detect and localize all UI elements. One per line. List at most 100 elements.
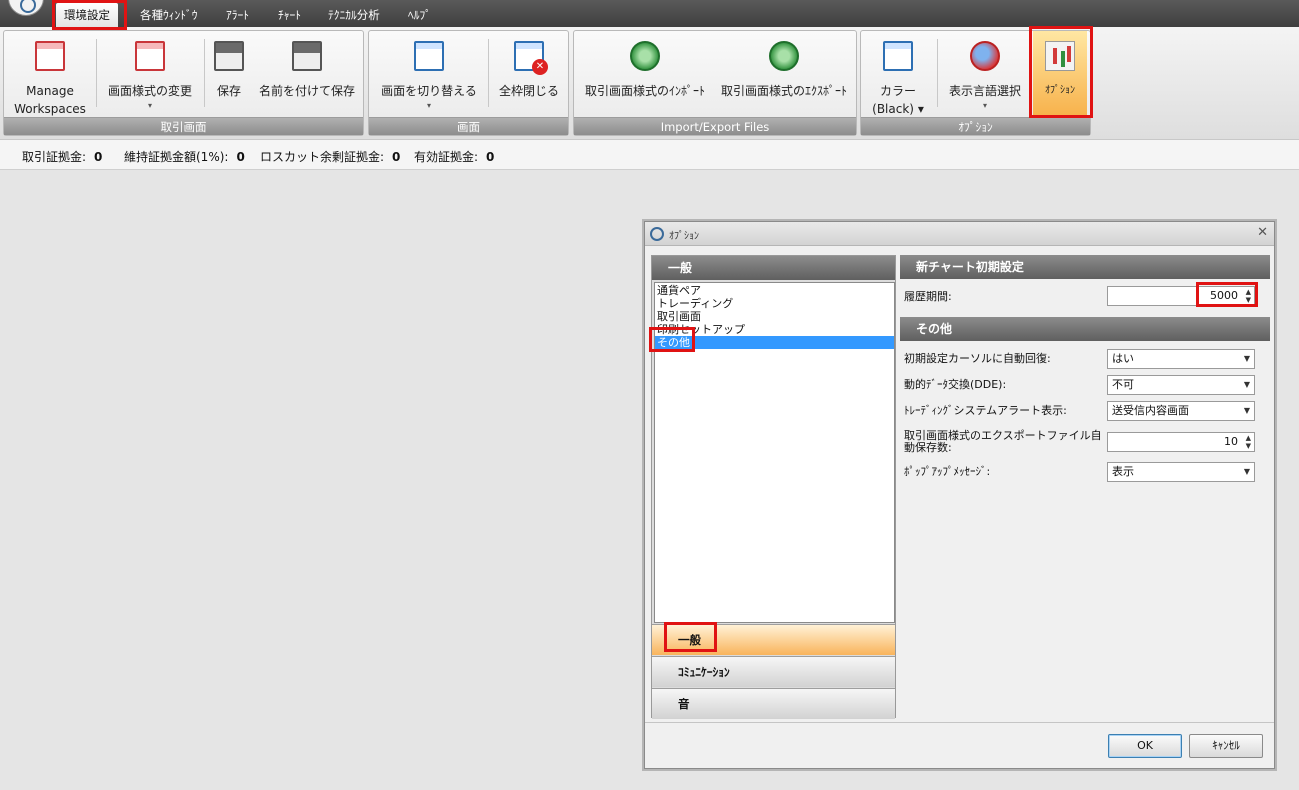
- maintenance-margin: 維持証拠金額(1%): 0: [124, 150, 245, 164]
- candlestick-chart-icon: [1045, 41, 1075, 71]
- language-select-button[interactable]: 表示言語選択 ▾: [941, 31, 1029, 117]
- account-summary-bar: 取引証拠金: 0 維持証拠金額(1%): 0 ロスカット余剰証拠金: 0 有効証拠金:…: [0, 140, 1299, 170]
- export-autosave-value: 10: [1224, 435, 1238, 448]
- layout-change-icon: [135, 41, 165, 71]
- ribbon-separator: [937, 39, 938, 107]
- close-window-icon: [514, 41, 548, 75]
- menu-bar: 環境設定 各種ｳｨﾝﾄﾞｳ ｱﾗｰﾄ ﾁｬｰﾄ ﾃｸﾆｶﾙ分析 ﾍﾙﾌﾟ: [0, 0, 1299, 27]
- options-category-panel: 一般 通貨ペア トレーディング 取引画面 印刷セットアップ その他 一般 ｺﾐｭ…: [651, 255, 896, 719]
- chevron-down-icon: ▾: [982, 101, 987, 110]
- color-label: カラー (Black) ▾: [872, 84, 924, 116]
- section-new-chart: 新チャート初期設定: [900, 255, 1270, 279]
- popup-message-value: 表示: [1112, 465, 1134, 478]
- color-button[interactable]: カラー (Black) ▾: [863, 31, 933, 117]
- options-dialog: ｵﾌﾟｼｮﾝ ✕ 一般 通貨ペア トレーディング 取引画面 印刷セットアップ そ…: [644, 221, 1275, 769]
- save-label: 保存: [216, 84, 241, 98]
- import-globe-icon: [630, 41, 660, 71]
- menu-windows[interactable]: 各種ｳｨﾝﾄﾞｳ: [132, 4, 206, 26]
- spin-arrows-icon[interactable]: ▲ ▼: [1246, 288, 1251, 304]
- chevron-down-icon: ▾: [426, 101, 431, 110]
- section-other: その他: [900, 317, 1270, 341]
- app-logo-icon: [650, 227, 664, 241]
- export-globe-icon: [769, 41, 799, 71]
- ribbon-separator: [96, 39, 97, 107]
- save-as-label: 名前を付けて保存: [258, 84, 355, 98]
- app-logo-icon[interactable]: [8, 0, 44, 16]
- popup-message-label: ﾎﾟｯﾌﾟｱｯﾌﾟﾒｯｾｰｼﾞ:: [904, 465, 991, 478]
- language-bubble-icon: [970, 41, 1000, 71]
- change-layout-button[interactable]: 画面様式の変更 ▾: [100, 31, 200, 117]
- auto-cursor-select[interactable]: はい ▼: [1107, 349, 1255, 369]
- system-alert-select[interactable]: 送受信内容画面 ▼: [1107, 401, 1255, 421]
- menu-technical[interactable]: ﾃｸﾆｶﾙ分析: [320, 4, 388, 26]
- language-select-label: 表示言語選択: [948, 84, 1021, 98]
- category-header: 一般: [652, 256, 895, 280]
- close-all-button[interactable]: 全枠閉じる: [493, 31, 565, 117]
- effective-margin: 有効証拠金: 0: [414, 150, 495, 164]
- window-icon: [414, 41, 444, 71]
- dropdown-arrow-icon: ▼: [1243, 354, 1250, 363]
- history-period-stepper[interactable]: 5000 ▲ ▼: [1107, 286, 1255, 306]
- menu-alert[interactable]: ｱﾗｰﾄ: [218, 4, 257, 26]
- nav-general-button[interactable]: 一般: [652, 624, 895, 655]
- chevron-down-icon: ▾: [147, 101, 152, 110]
- ribbon-separator: [204, 39, 205, 107]
- manage-workspaces-label: Manage Workspaces: [14, 84, 86, 116]
- dialog-footer: OK ｷｬﾝｾﾙ: [645, 722, 1274, 768]
- options-label: ｵﾌﾟｼｮﾝ: [1045, 85, 1075, 96]
- group-import-export: 取引画面様式のｲﾝﾎﾟｰﾄ 取引画面様式のｴｸｽﾎﾟｰﾄ Import/Expo…: [573, 30, 857, 136]
- import-layout-button[interactable]: 取引画面様式のｲﾝﾎﾟｰﾄ: [578, 31, 712, 117]
- export-autosave-label: 取引画面様式のエクスポートファイル自動保存数:: [904, 429, 1102, 454]
- group-option: カラー (Black) ▾ 表示言語選択 ▾ ｵﾌﾟｼｮﾝ ｵﾌﾟｼｮﾝ: [860, 30, 1091, 136]
- dde-label: 動的ﾃﾞｰﾀ交換(DDE):: [904, 378, 1007, 391]
- ribbon: Manage Workspaces 画面様式の変更 ▾ 保存 名前を付けて保存 取…: [0, 27, 1299, 140]
- dialog-title-bar[interactable]: ｵﾌﾟｼｮﾝ ✕: [645, 222, 1274, 246]
- group-label-screen: 画面: [369, 117, 568, 135]
- menu-chart[interactable]: ﾁｬｰﾄ: [270, 4, 309, 26]
- dde-select[interactable]: 不可 ▼: [1107, 375, 1255, 395]
- system-alert-label: ﾄﾚｰﾃﾞｨﾝｸﾞシステムアラート表示:: [904, 404, 1067, 417]
- dropdown-arrow-icon: ▼: [1243, 467, 1250, 476]
- close-icon[interactable]: ✕: [1257, 225, 1268, 240]
- group-trading-screen: Manage Workspaces 画面様式の変更 ▾ 保存 名前を付けて保存 取…: [3, 30, 364, 136]
- nav-communication-button[interactable]: ｺﾐｭﾆｹｰｼｮﾝ: [652, 656, 895, 687]
- trading-margin: 取引証拠金: 0: [22, 150, 103, 164]
- export-layout-button[interactable]: 取引画面様式のｴｸｽﾎﾟｰﾄ: [716, 31, 852, 117]
- list-item-trading[interactable]: トレーディング: [655, 297, 894, 310]
- ok-button[interactable]: OK: [1108, 734, 1182, 758]
- dialog-title: ｵﾌﾟｼｮﾝ: [669, 231, 699, 242]
- list-item-trading-screen[interactable]: 取引画面: [655, 310, 894, 323]
- save-button[interactable]: 保存: [208, 31, 250, 117]
- save-as-button[interactable]: 名前を付けて保存: [254, 31, 360, 117]
- export-autosave-stepper[interactable]: 10 ▲ ▼: [1107, 432, 1255, 452]
- color-icon: [883, 41, 913, 71]
- save-as-icon: [292, 41, 322, 71]
- menu-help[interactable]: ﾍﾙﾌﾟ: [400, 4, 439, 26]
- auto-cursor-value: はい: [1112, 352, 1134, 365]
- save-icon: [214, 41, 244, 71]
- switch-screen-button[interactable]: 画面を切り替える ▾: [373, 31, 485, 117]
- group-label-option: ｵﾌﾟｼｮﾝ: [861, 117, 1090, 135]
- list-item-print-setup[interactable]: 印刷セットアップ: [655, 323, 894, 336]
- history-period-value: 5000: [1210, 289, 1238, 302]
- losscut-margin: ロスカット余剰証拠金: 0: [260, 150, 401, 164]
- spin-arrows-icon[interactable]: ▲ ▼: [1246, 434, 1251, 450]
- manage-workspaces-button[interactable]: Manage Workspaces: [6, 31, 94, 117]
- group-label-trading-screen: 取引画面: [4, 117, 363, 135]
- close-all-label: 全枠閉じる: [498, 84, 559, 98]
- cancel-button[interactable]: ｷｬﾝｾﾙ: [1189, 734, 1263, 758]
- category-list: 通貨ペア トレーディング 取引画面 印刷セットアップ その他: [654, 282, 895, 623]
- list-item-currency-pair[interactable]: 通貨ペア: [655, 284, 894, 297]
- change-layout-label: 画面様式の変更: [107, 84, 192, 98]
- options-button[interactable]: ｵﾌﾟｼｮﾝ: [1033, 31, 1087, 117]
- ribbon-separator: [488, 39, 489, 107]
- group-label-import-export: Import/Export Files: [574, 117, 856, 135]
- import-layout-label: 取引画面様式のｲﾝﾎﾟｰﾄ: [584, 84, 705, 98]
- export-layout-label: 取引画面様式のｴｸｽﾎﾟｰﾄ: [720, 84, 847, 98]
- list-item-other[interactable]: その他: [655, 336, 894, 349]
- popup-message-select[interactable]: 表示 ▼: [1107, 462, 1255, 482]
- menu-settings[interactable]: 環境設定: [56, 3, 118, 27]
- history-period-label: 履歴期間:: [904, 290, 952, 303]
- nav-sound-button[interactable]: 音: [652, 688, 895, 719]
- switch-screen-label: 画面を切り替える: [381, 84, 477, 98]
